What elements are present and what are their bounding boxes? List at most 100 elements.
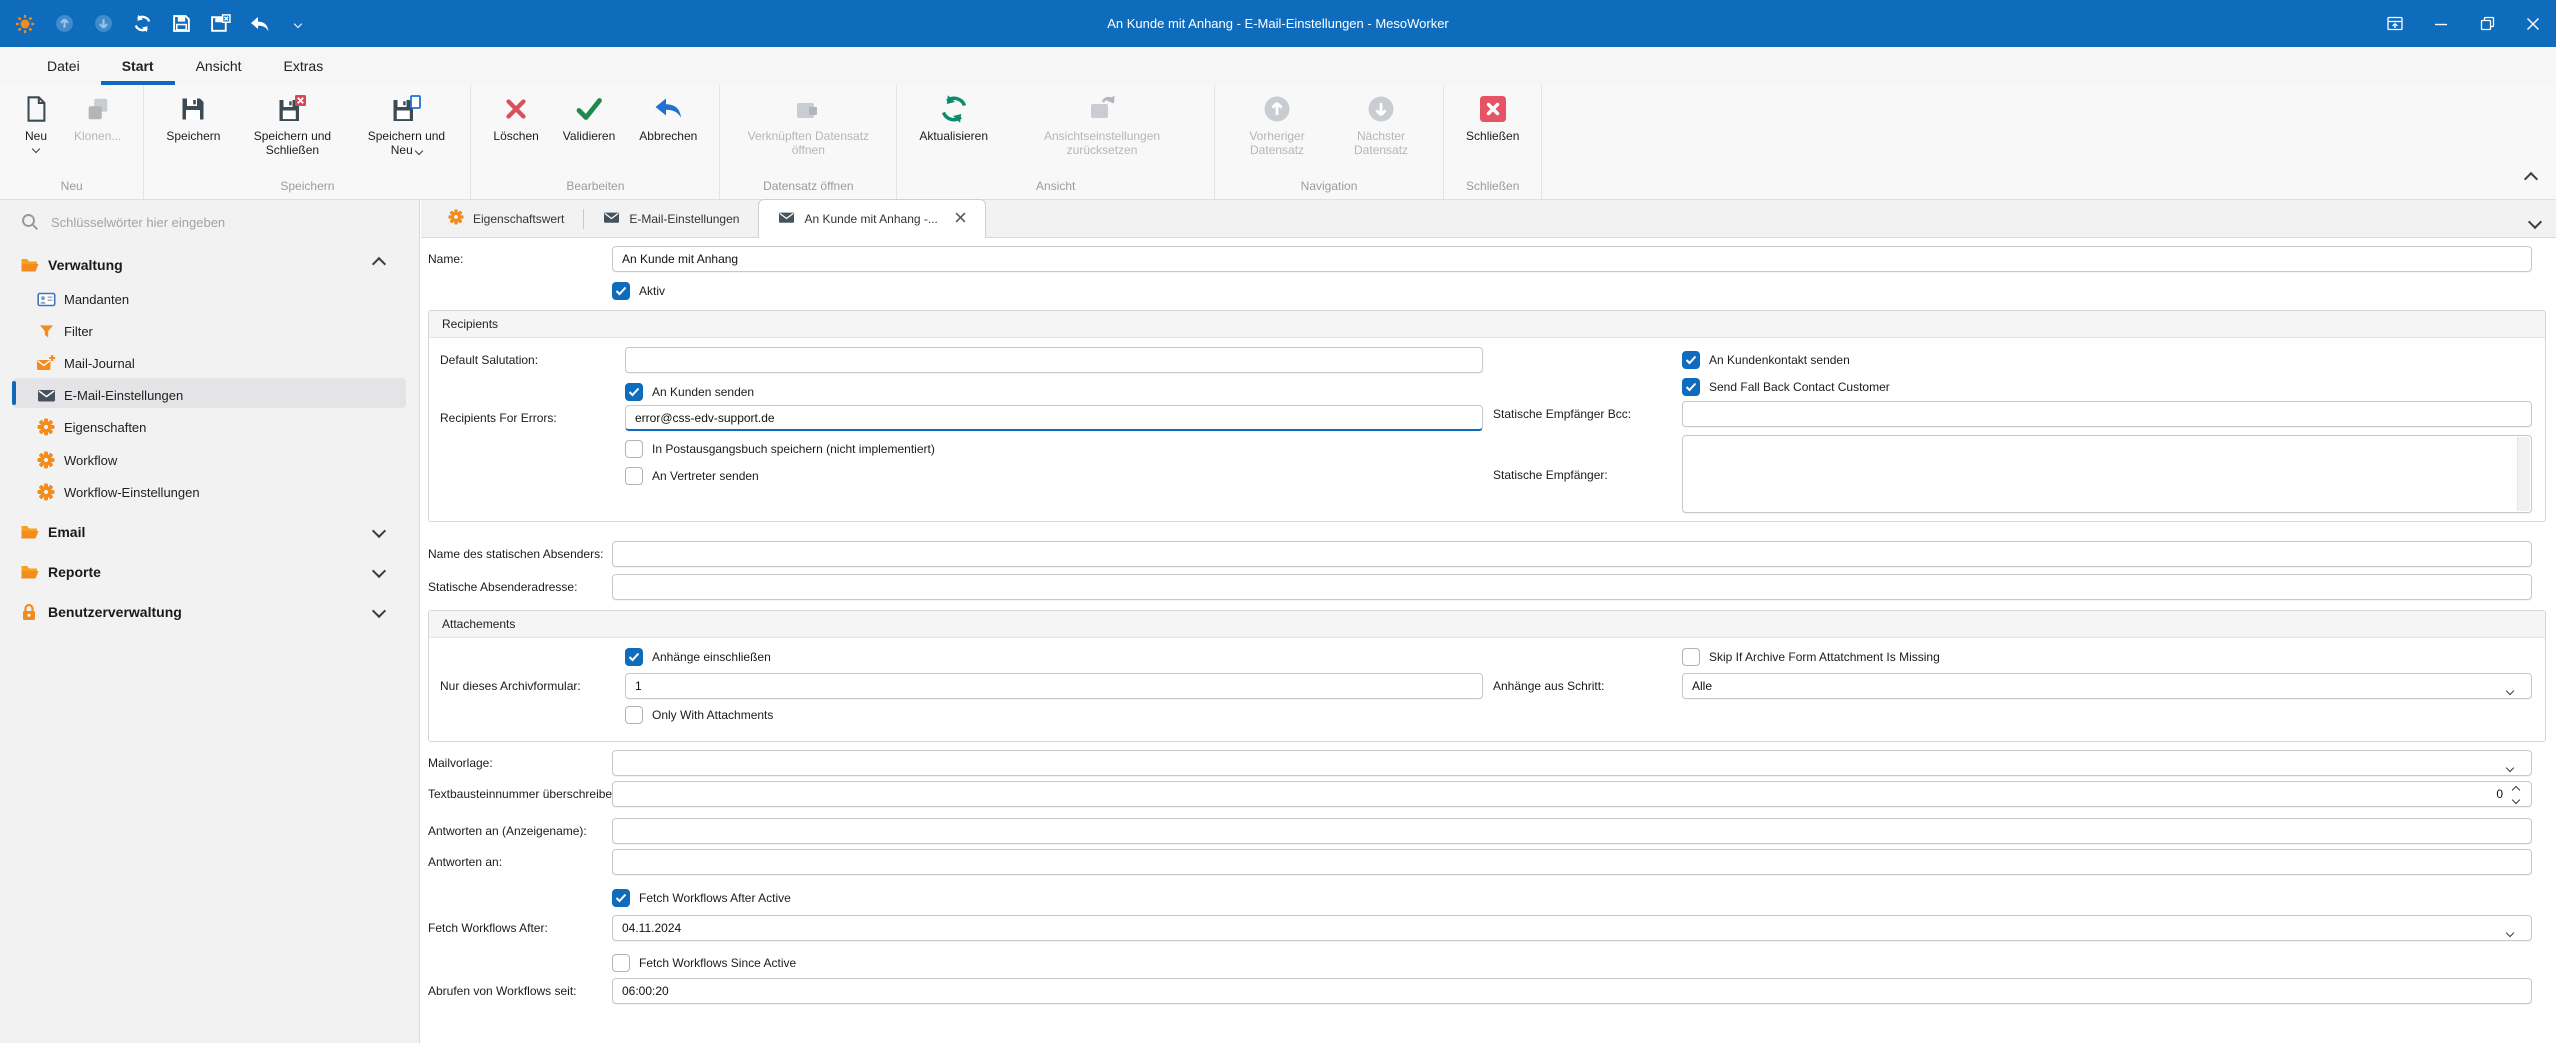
send-fall-back-checkbox[interactable]: Send Fall Back Contact Customer [1682, 377, 1890, 397]
skip-if-missing-checkbox[interactable]: Skip If Archive Form Attatchment Is Miss… [1682, 647, 1940, 667]
anhaenge-aus-schritt-select[interactable] [1682, 673, 2532, 699]
gear-icon [36, 483, 56, 501]
sidebar-item-eigenschaften[interactable]: Eigenschaften [0, 412, 420, 442]
in-postausgangsbuch-checkbox[interactable]: In Postausgangsbuch speichern (nicht imp… [625, 439, 935, 459]
statischer-absender-name-label: Name des statischen Absenders: [428, 541, 603, 567]
ribbon-collapse-chevron-icon[interactable] [2526, 171, 2536, 189]
an-kunden-senden-checkbox[interactable]: An Kunden senden [625, 382, 754, 402]
aktiv-checkbox[interactable]: Aktiv [612, 281, 665, 301]
sidebar-item-workflow[interactable]: Workflow [0, 445, 420, 475]
number-spinner[interactable] [2513, 787, 2519, 803]
statische-empfaenger-textarea[interactable] [1682, 435, 2532, 513]
an-vertreter-senden-checkbox[interactable]: An Vertreter senden [625, 466, 759, 486]
checkbox-box[interactable] [625, 440, 643, 458]
menu-tab-start[interactable]: Start [101, 47, 175, 85]
tab-email-einstellungen[interactable]: E-Mail-Einstellungen [584, 200, 758, 237]
fetch-workflows-after-active-checkbox[interactable]: Fetch Workflows After Active [612, 888, 791, 908]
close-icon[interactable] [2510, 0, 2556, 47]
name-input[interactable] [612, 246, 2532, 272]
statische-absenderadresse-input[interactable] [612, 574, 2532, 600]
chevron-up-icon[interactable] [374, 256, 384, 274]
open-linked-record-button[interactable]: Verknüpften Datensatz öffnen [730, 85, 886, 175]
search-input[interactable] [49, 214, 383, 231]
sidebar-group-email[interactable]: Email [0, 517, 420, 547]
save-and-new-button[interactable]: Speichern und Neu [352, 85, 460, 175]
sidebar-group-label: Email [48, 524, 85, 540]
nur-dieses-archivformular-label: Nur dieses Archivformular: [440, 673, 581, 699]
validate-button[interactable]: Validieren [551, 85, 627, 175]
folder-icon [19, 523, 39, 541]
checkbox-box[interactable] [625, 706, 643, 724]
tab-close-icon[interactable] [955, 212, 966, 226]
an-kundenkontakt-senden-checkbox[interactable]: An Kundenkontakt senden [1682, 350, 1850, 370]
sidebar-group-verwaltung[interactable]: Verwaltung [0, 250, 420, 280]
new-dropdown-chevron-icon[interactable] [32, 145, 40, 153]
sidebar-item-email-einstellungen[interactable]: E-Mail-Einstellungen [0, 380, 420, 410]
spinner-down-icon[interactable] [2512, 796, 2520, 804]
cancel-button[interactable]: Abbrechen [627, 85, 709, 175]
checkbox-box[interactable] [612, 282, 630, 300]
chevron-down-icon[interactable] [374, 563, 384, 581]
only-with-attachments-checkbox[interactable]: Only With Attachments [625, 705, 773, 725]
textarea-scrollbar[interactable] [2517, 437, 2530, 511]
menu-tab-extras[interactable]: Extras [263, 47, 345, 85]
tab-list-chevron-icon[interactable] [2530, 214, 2540, 232]
fetch-workflows-since-active-checkbox[interactable]: Fetch Workflows Since Active [612, 953, 796, 973]
antworten-an-input[interactable] [612, 849, 2532, 875]
close-record-button[interactable]: Schließen [1454, 85, 1531, 175]
menu-tab-ansicht[interactable]: Ansicht [175, 47, 263, 85]
antworten-an-anzeigename-input[interactable] [612, 818, 2532, 844]
sidebar-item-mail-journal[interactable]: Mail-Journal [0, 348, 420, 378]
save-and-close-button[interactable]: Speichern und Schließen [232, 85, 352, 175]
menu-tab-datei[interactable]: Datei [26, 47, 101, 85]
gear-icon [36, 418, 56, 436]
fetch-workflows-after-date-input[interactable] [612, 915, 2532, 941]
next-record-button[interactable]: Nächster Datensatz [1329, 85, 1433, 175]
checkbox-box[interactable] [1682, 378, 1700, 396]
refresh-button[interactable]: Aktualisieren [907, 85, 1000, 175]
chevron-down-icon[interactable] [374, 603, 384, 621]
statische-empfaenger-bcc-label: Statische Empfänger Bcc: [1493, 401, 1631, 427]
ribbon-group-datensatz-oeffnen: Verknüpften Datensatz öffnen Datensatz ö… [720, 85, 897, 199]
mailvorlage-select[interactable] [612, 750, 2532, 776]
sidebar-item-workflow-einstellungen[interactable]: Workflow-Einstellungen [0, 477, 420, 507]
tab-an-kunde-mit-anhang[interactable]: An Kunde mit Anhang -... [758, 199, 985, 238]
ribbon-pin-icon[interactable] [2372, 0, 2418, 47]
checkbox-box[interactable] [625, 467, 643, 485]
minimize-icon[interactable] [2418, 0, 2464, 47]
sidebar-search[interactable] [0, 208, 420, 236]
sidebar-group-benutzerverwaltung[interactable]: Benutzerverwaltung [0, 597, 420, 627]
checkbox-box[interactable] [1682, 648, 1700, 666]
new-button[interactable]: Neu [10, 85, 62, 175]
sidebar-item-mandanten[interactable]: Mandanten [0, 284, 420, 314]
reset-view-settings-button[interactable]: Ansichtseinstellungen zurücksetzen [1000, 85, 1204, 175]
checkbox-box[interactable] [612, 954, 630, 972]
sidebar-item-filter[interactable]: Filter [0, 316, 420, 346]
checkbox-box[interactable] [1682, 351, 1700, 369]
save-button[interactable]: Speichern [154, 85, 232, 175]
checkbox-box[interactable] [612, 889, 630, 907]
delete-button[interactable]: Löschen [481, 85, 550, 175]
folder-icon [19, 256, 39, 274]
recipients-for-errors-input[interactable] [625, 405, 1483, 431]
save-and-new-dropdown-chevron-icon[interactable] [415, 147, 423, 155]
anhaenge-einschliessen-checkbox[interactable]: Anhänge einschließen [625, 647, 771, 667]
clone-button[interactable]: Klonen... [62, 85, 133, 175]
chevron-down-icon[interactable] [374, 523, 384, 541]
checkbox-box[interactable] [625, 383, 643, 401]
nur-dieses-archivformular-input[interactable] [625, 673, 1483, 699]
statischer-absender-name-input[interactable] [612, 541, 2532, 567]
window-controls [2372, 0, 2556, 47]
statische-empfaenger-bcc-input[interactable] [1682, 401, 2532, 427]
spinner-up-icon[interactable] [2512, 786, 2520, 794]
tab-eigenschaftswert[interactable]: Eigenschaftswert [429, 200, 583, 237]
previous-record-button[interactable]: Vorheriger Datensatz [1225, 85, 1329, 175]
checkbox-box[interactable] [625, 648, 643, 666]
search-icon [20, 213, 40, 231]
next-record-label: Nächster Datensatz [1354, 129, 1408, 157]
abrufen-seit-time-input[interactable] [612, 978, 2532, 1004]
restore-icon[interactable] [2464, 0, 2510, 47]
default-salutation-input[interactable] [625, 347, 1483, 373]
sidebar-group-reporte[interactable]: Reporte [0, 557, 420, 587]
textbaustein-input[interactable] [612, 781, 2532, 807]
